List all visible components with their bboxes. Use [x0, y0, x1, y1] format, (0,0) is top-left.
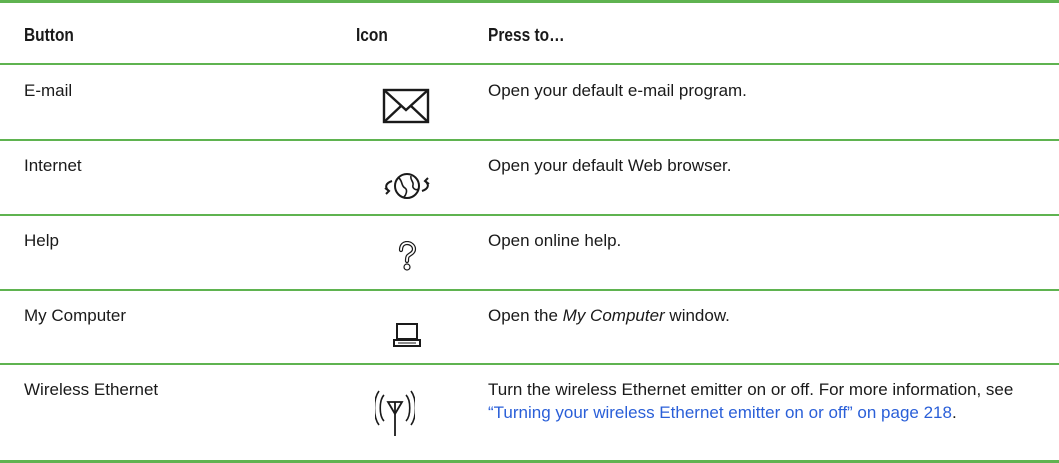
header-icon: Icon [356, 25, 388, 45]
header-press-to: Press to… [488, 25, 565, 45]
header-rule [0, 63, 1059, 65]
row-button-label: Help [24, 231, 59, 250]
press-text-window-name: My Computer [562, 306, 665, 325]
row-button-label: Wireless Ethernet [24, 380, 159, 399]
press-text-before: Open the [488, 306, 563, 325]
row-button-label: My Computer [24, 306, 127, 325]
press-text-before: Turn the wireless Ethernet emitter on or… [488, 380, 1014, 399]
row-rule [0, 289, 1059, 291]
row-press-text: Open your default e-mail program. [488, 81, 747, 100]
header-button: Button [24, 25, 74, 45]
row-rule [0, 363, 1059, 365]
question-mark-icon [396, 241, 418, 271]
laptop-icon [393, 322, 421, 348]
envelope-icon [382, 88, 430, 124]
row-button-label: E-mail [24, 81, 73, 100]
row-press-text: Turn the wireless Ethernet emitter on or… [488, 378, 1048, 424]
press-text-after: window. [664, 306, 730, 325]
globe-arrows-icon [380, 169, 434, 203]
row-rule [0, 214, 1059, 216]
table-top-rule [0, 0, 1059, 3]
row-rule [0, 139, 1059, 141]
row-button-label: Internet [24, 156, 82, 175]
cross-reference-link[interactable]: “Turning your wireless Ethernet emitter … [488, 403, 952, 422]
row-press-text: Open your default Web browser. [488, 156, 732, 175]
press-text-after: . [951, 403, 957, 422]
row-press-text: Open the My Computer window. [488, 304, 1048, 327]
wireless-antenna-icon [375, 390, 415, 438]
row-press-text: Open online help. [488, 231, 622, 250]
